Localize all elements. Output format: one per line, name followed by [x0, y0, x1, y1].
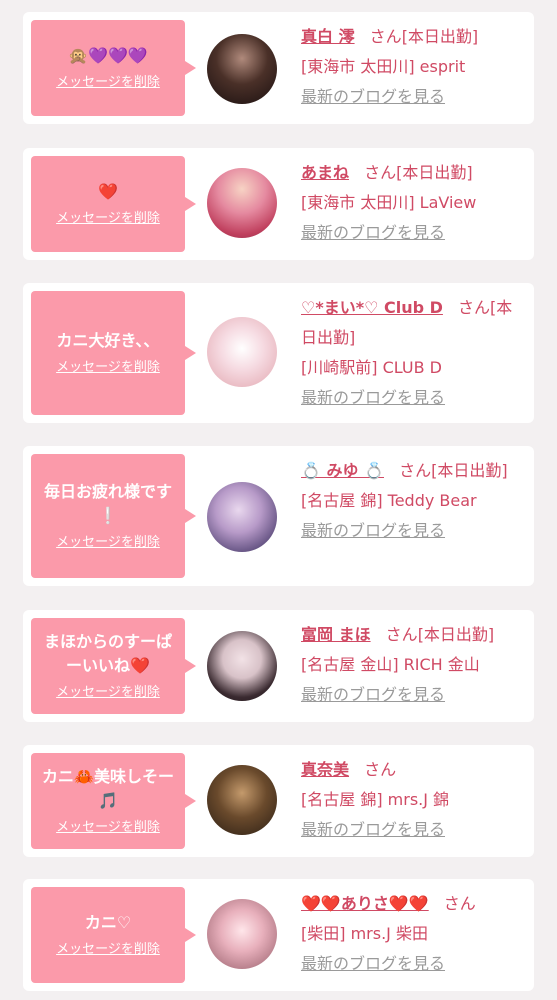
message-text: カニ大好き、、: [56, 331, 160, 350]
delete-message-link[interactable]: メッセージを削除: [56, 819, 160, 837]
avatar[interactable]: [207, 317, 277, 387]
profile-name-link[interactable]: 💍 みゆ 💍: [301, 461, 384, 480]
san-label: さん: [399, 461, 432, 480]
profile-name-link[interactable]: ❤️❤️ありさ❤️❤️: [301, 894, 429, 913]
avatar[interactable]: [207, 168, 277, 238]
avatar[interactable]: [207, 899, 277, 969]
status-label: [本日出勤]: [401, 27, 479, 46]
profile-name-link[interactable]: あまね: [301, 163, 349, 182]
profile-name-link[interactable]: ♡*まい*♡ Club D: [301, 298, 443, 317]
san-label: さん: [443, 894, 476, 913]
profile-info: 真白 澪 さん[本日出勤] [東海市 太田川] esprit 最新のブログを見る: [301, 22, 523, 112]
profile-name-link[interactable]: 富岡 まほ: [301, 625, 371, 644]
message-card: 毎日お疲れ様です❕ メッセージを削除 💍 みゆ 💍 さん[本日出勤] [名古屋 …: [23, 446, 534, 586]
san-label: さん: [364, 163, 397, 182]
blog-link[interactable]: 最新のブログを見る: [301, 388, 445, 407]
profile-info: 💍 みゆ 💍 さん[本日出勤] [名古屋 錦] Teddy Bear 最新のブロ…: [301, 456, 523, 546]
profile-info: 真奈美 さん [名古屋 錦] mrs.J 錦 最新のブログを見る: [301, 755, 523, 845]
delete-message-link[interactable]: メッセージを削除: [56, 941, 160, 959]
message-bubble: カニ♡ メッセージを削除: [31, 887, 196, 983]
blog-link[interactable]: 最新のブログを見る: [301, 685, 445, 704]
shop-label: [柴田] mrs.J 柴田: [301, 924, 428, 943]
shop-label: [東海市 太田川] LaView: [301, 193, 477, 212]
message-text: カニ🦀美味しそー🎵: [42, 767, 174, 810]
message-card: カニ大好き、、 メッセージを削除 ♡*まい*♡ Club D さん[本日出勤] …: [23, 283, 534, 423]
status-label: [本日出勤]: [417, 625, 495, 644]
message-text: ❤️: [98, 182, 118, 201]
san-label: さん: [369, 27, 402, 46]
avatar[interactable]: [207, 482, 277, 552]
delete-message-link[interactable]: メッセージを削除: [56, 74, 160, 92]
shop-label: [東海市 太田川] esprit: [301, 57, 466, 76]
message-card: 🙊💜💜💜 メッセージを削除 真白 澪 さん[本日出勤] [東海市 太田川] es…: [23, 12, 534, 124]
blog-link[interactable]: 最新のブログを見る: [301, 223, 445, 242]
status-label: [本日出勤]: [396, 163, 473, 182]
profile-name-link[interactable]: 真白 澪: [301, 27, 355, 46]
message-text: 毎日お疲れ様です❕: [43, 482, 172, 525]
avatar[interactable]: [207, 631, 277, 701]
message-bubble: ❤️ メッセージを削除: [31, 156, 196, 252]
message-card: カニ♡ メッセージを削除 ❤️❤️ありさ❤️❤️ さん [柴田] mrs.J 柴…: [23, 879, 534, 991]
shop-label: [名古屋 金山] RICH 金山: [301, 655, 480, 674]
avatar[interactable]: [207, 765, 277, 835]
shop-label: [名古屋 錦] mrs.J 錦: [301, 790, 450, 809]
blog-link[interactable]: 最新のブログを見る: [301, 521, 445, 540]
delete-message-link[interactable]: メッセージを削除: [56, 210, 160, 228]
message-text: 🙊💜💜💜: [68, 46, 148, 65]
message-bubble: まほからのすーぱーいいね❤️ メッセージを削除: [31, 618, 196, 714]
blog-link[interactable]: 最新のブログを見る: [301, 820, 445, 839]
profile-info: ♡*まい*♡ Club D さん[本日出勤] [川崎駅前] CLUB D 最新の…: [301, 293, 523, 413]
blog-link[interactable]: 最新のブログを見る: [301, 87, 445, 106]
delete-message-link[interactable]: メッセージを削除: [56, 534, 160, 552]
profile-info: 富岡 まほ さん[本日出勤] [名古屋 金山] RICH 金山 最新のブログを見…: [301, 620, 523, 710]
delete-message-link[interactable]: メッセージを削除: [56, 684, 160, 702]
message-bubble: 毎日お疲れ様です❕ メッセージを削除: [31, 454, 196, 578]
san-label: さん: [385, 625, 418, 644]
blog-link[interactable]: 最新のブログを見る: [301, 954, 445, 973]
message-card: まほからのすーぱーいいね❤️ メッセージを削除 富岡 まほ さん[本日出勤] […: [23, 610, 534, 722]
profile-info: ❤️❤️ありさ❤️❤️ さん [柴田] mrs.J 柴田 最新のブログを見る: [301, 889, 523, 979]
san-label: さん: [458, 298, 491, 317]
message-card: カニ🦀美味しそー🎵 メッセージを削除 真奈美 さん [名古屋 錦] mrs.J …: [23, 745, 534, 857]
avatar[interactable]: [207, 34, 277, 104]
shop-label: [川崎駅前] CLUB D: [301, 358, 442, 377]
delete-message-link[interactable]: メッセージを削除: [56, 359, 160, 377]
message-text: カニ♡: [84, 913, 132, 932]
profile-name-link[interactable]: 真奈美: [301, 760, 349, 779]
message-text: まほからのすーぱーいいね❤️: [43, 632, 172, 675]
message-bubble: 🙊💜💜💜 メッセージを削除: [31, 20, 196, 116]
san-label: さん: [364, 760, 397, 779]
message-bubble: カニ大好き、、 メッセージを削除: [31, 291, 196, 415]
profile-info: あまね さん[本日出勤] [東海市 太田川] LaView 最新のブログを見る: [301, 158, 523, 248]
message-bubble: カニ🦀美味しそー🎵 メッセージを削除: [31, 753, 196, 849]
status-label: [本日出勤]: [431, 461, 508, 480]
message-card: ❤️ メッセージを削除 あまね さん[本日出勤] [東海市 太田川] LaVie…: [23, 148, 534, 260]
shop-label: [名古屋 錦] Teddy Bear: [301, 491, 477, 510]
